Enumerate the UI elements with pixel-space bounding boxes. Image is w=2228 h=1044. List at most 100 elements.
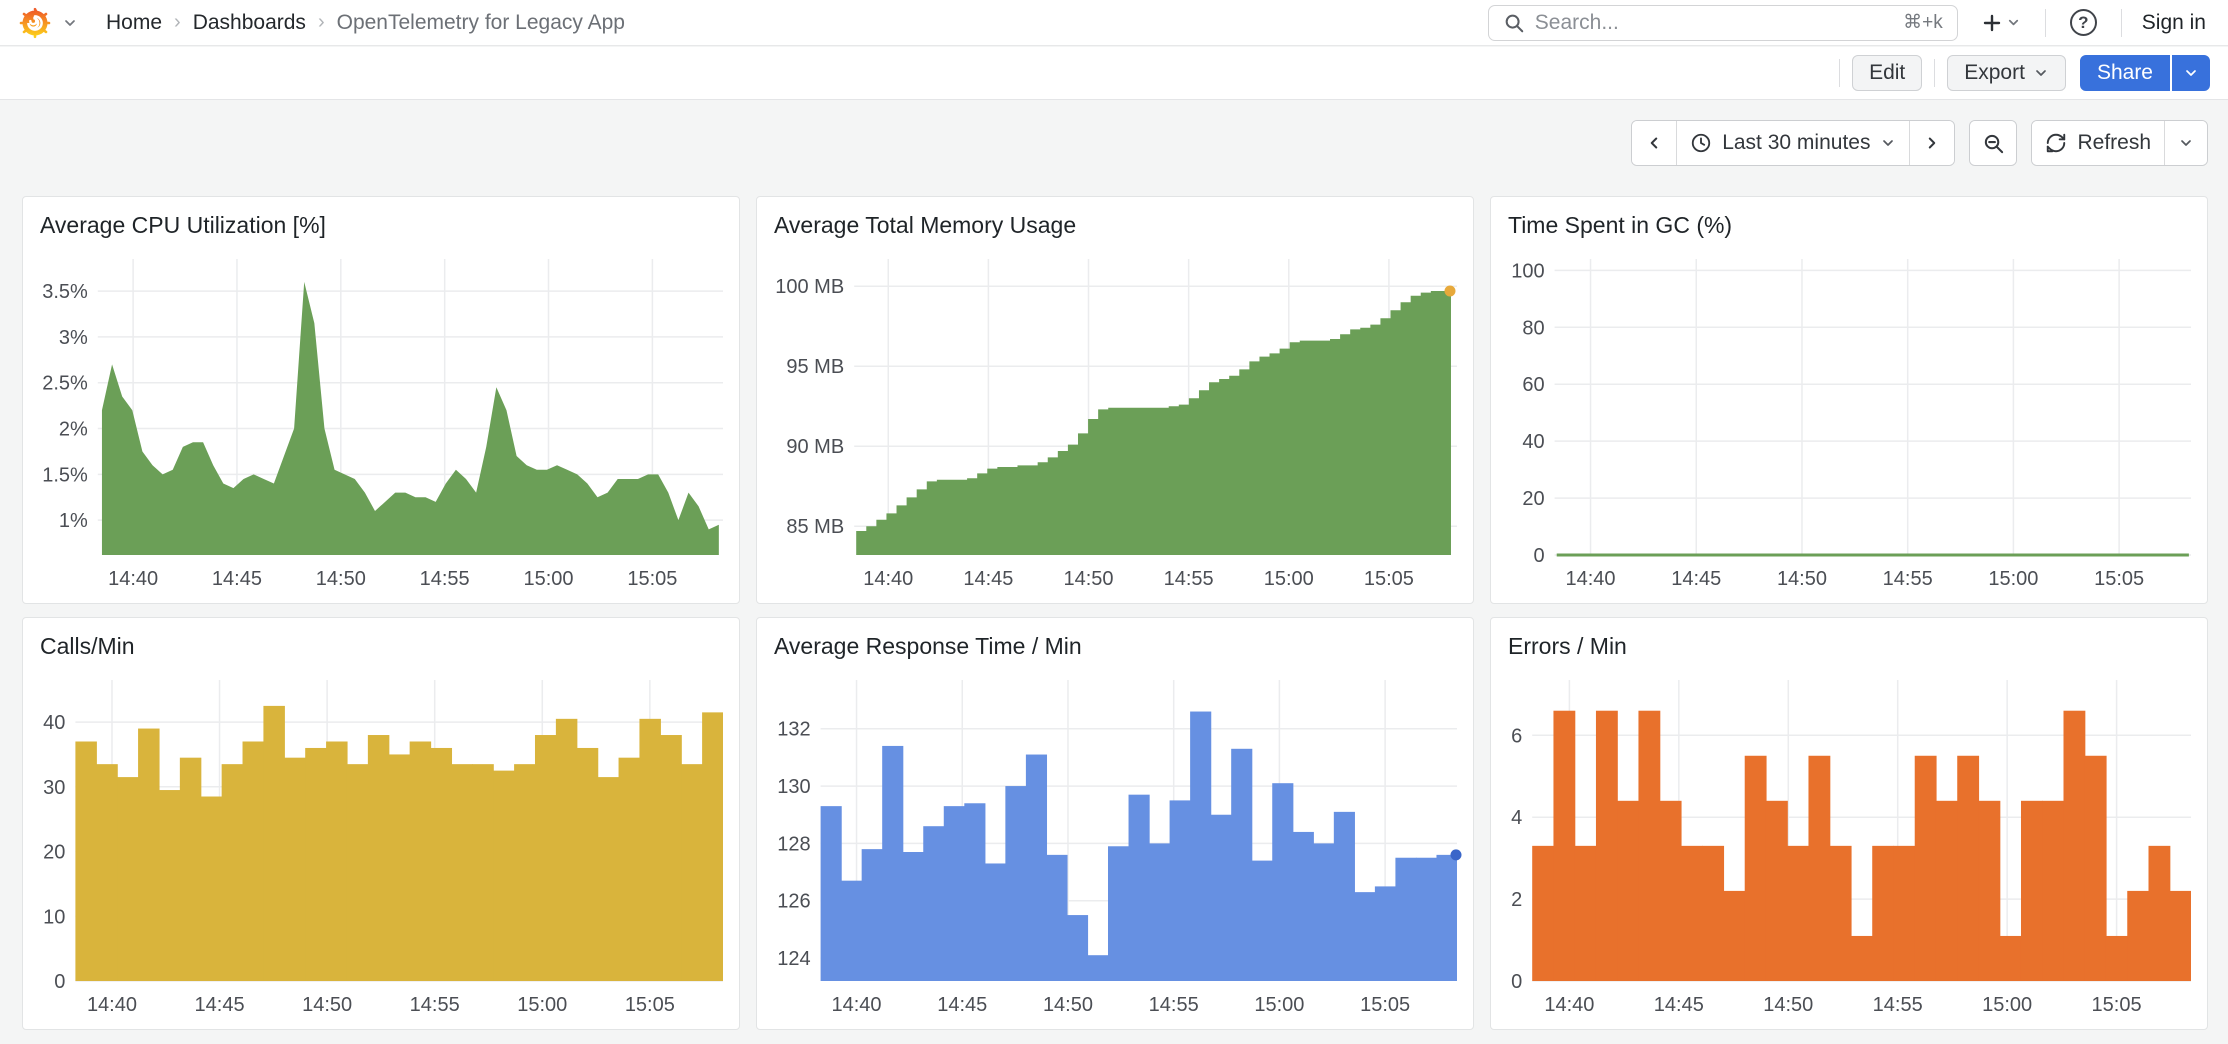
search-input[interactable]: Search... ⌘+k (1488, 5, 1958, 41)
dashboard-toolbar: Edit Export Share (0, 47, 2228, 100)
series-bar (660, 735, 681, 981)
panel: Time Spent in GC (%)02040608010014:4014:… (1490, 196, 2208, 604)
series-bar (410, 741, 431, 981)
y-axis-tick-label: 20 (1522, 488, 1544, 510)
search-placeholder: Search... (1535, 11, 1893, 35)
chevron-down-icon (1880, 135, 1896, 151)
latest-point-dot (1451, 849, 1462, 860)
share-button[interactable]: Share (2080, 55, 2170, 91)
chart-viz[interactable]: 12412612813013214:4014:4514:5014:5515:00… (767, 670, 1463, 1021)
y-axis-tick-label: 132 (777, 719, 810, 741)
x-axis-tick-label: 15:05 (627, 568, 677, 590)
panel-title[interactable]: Average CPU Utilization [%] (23, 197, 326, 239)
chart-viz[interactable]: 85 MB90 MB95 MB100 MB14:4014:4514:5014:5… (767, 249, 1463, 595)
export-button-label: Export (1964, 61, 2025, 85)
panel-title[interactable]: Average Total Memory Usage (757, 197, 1076, 239)
series-bar (1170, 800, 1191, 981)
series-bar (1313, 843, 1334, 981)
x-axis-tick-label: 14:45 (195, 994, 245, 1016)
x-axis-tick-label: 15:00 (517, 994, 567, 1016)
series-bar (1915, 756, 1937, 981)
breadcrumb-item-home[interactable]: Home (106, 11, 162, 35)
x-axis-tick-label: 14:50 (1777, 568, 1827, 590)
series-bar (1872, 846, 1894, 981)
y-axis-tick-label: 2 (1511, 889, 1522, 911)
series-bar (2148, 846, 2170, 981)
series-bar (2106, 936, 2128, 981)
chart-viz[interactable]: 01020304014:4014:4514:5014:5515:0015:05 (33, 670, 729, 1021)
time-range-picker-button[interactable]: Last 30 minutes (1676, 121, 1909, 165)
help-button[interactable]: ? (2066, 5, 2101, 40)
series-bar (305, 748, 326, 981)
add-button[interactable] (1976, 7, 2025, 39)
y-axis-tick-label: 1.5% (42, 464, 88, 486)
series-bar (1787, 846, 1809, 981)
chart-svg: 1%1.5%2%2.5%3%3.5%14:4014:4514:5014:5515… (33, 249, 729, 595)
series-bar (1660, 801, 1682, 981)
x-axis-tick-label: 14:40 (108, 568, 158, 590)
refresh-button[interactable]: Refresh (2032, 121, 2164, 165)
x-axis-tick-label: 14:55 (1164, 568, 1214, 590)
series-bar (159, 790, 180, 981)
series-bar (472, 764, 493, 981)
series-bar (639, 719, 660, 981)
series-bar (535, 735, 556, 981)
share-menu-button[interactable] (2172, 55, 2210, 91)
panel-title[interactable]: Errors / Min (1491, 618, 1627, 660)
panel: Errors / Min024614:4014:4514:5014:5515:0… (1490, 617, 2208, 1030)
zoom-out-button[interactable] (1970, 121, 2016, 165)
time-range-group: Last 30 minutes (1631, 120, 1955, 166)
series-bar (702, 712, 723, 981)
clock-icon (1690, 132, 1712, 154)
series-bar (1190, 712, 1211, 981)
x-axis-tick-label: 14:50 (1063, 568, 1113, 590)
series-bar (862, 849, 883, 981)
y-axis-tick-label: 126 (777, 891, 810, 913)
panel-title[interactable]: Calls/Min (23, 618, 135, 660)
chart-viz[interactable]: 1%1.5%2%2.5%3%3.5%14:4014:4514:5014:5515… (33, 249, 729, 595)
y-axis-tick-label: 6 (1511, 725, 1522, 747)
series-bar (222, 764, 243, 981)
chart-svg: 12412612813013214:4014:4514:5014:5515:00… (767, 670, 1463, 1021)
export-button[interactable]: Export (1947, 55, 2066, 91)
series-bar (75, 741, 96, 981)
series-bar (903, 852, 924, 981)
series-bar (1936, 801, 1958, 981)
zoom-out-group (1969, 120, 2017, 166)
panel-title[interactable]: Time Spent in GC (%) (1491, 197, 1732, 239)
y-axis-tick-label: 40 (1522, 431, 1544, 453)
chevron-down-icon[interactable] (60, 13, 80, 33)
chart-viz[interactable]: 024614:4014:4514:5014:5515:0015:05 (1501, 670, 2197, 1021)
sign-in-link[interactable]: Sign in (2142, 11, 2206, 35)
time-shift-forward-button[interactable] (1909, 121, 1954, 165)
x-axis-tick-label: 14:45 (963, 568, 1013, 590)
refresh-interval-button[interactable] (2164, 121, 2207, 165)
y-axis-tick-label: 4 (1511, 807, 1522, 829)
edit-button[interactable]: Edit (1852, 55, 1922, 91)
x-axis-tick-label: 14:50 (302, 994, 352, 1016)
chart-svg: 01020304014:4014:4514:5014:5515:0015:05 (33, 670, 729, 1021)
series-bar (577, 748, 598, 981)
x-axis-tick-label: 15:00 (1988, 568, 2038, 590)
y-axis-tick-label: 10 (43, 906, 65, 928)
time-shift-back-button[interactable] (1632, 121, 1676, 165)
series-bar (1108, 846, 1129, 981)
series-bar (1375, 886, 1396, 981)
series-bar (451, 764, 472, 981)
panel-title[interactable]: Average Response Time / Min (757, 618, 1082, 660)
y-axis-tick-label: 20 (43, 842, 65, 864)
divider (2045, 9, 2046, 37)
breadcrumb-item-dashboards[interactable]: Dashboards (193, 11, 306, 35)
series-bar (1354, 892, 1375, 981)
y-axis-tick-label: 130 (777, 776, 810, 798)
chart-viz[interactable]: 02040608010014:4014:4514:5014:5515:0015:… (1501, 249, 2197, 595)
x-axis-tick-label: 14:40 (863, 568, 913, 590)
x-axis-tick-label: 14:50 (1763, 994, 1813, 1016)
grafana-logo[interactable] (18, 6, 52, 40)
x-axis-tick-label: 14:55 (1873, 994, 1923, 1016)
chart-svg: 85 MB90 MB95 MB100 MB14:4014:4514:5014:5… (767, 249, 1463, 595)
series-bar (284, 758, 305, 981)
series-bar (821, 806, 842, 981)
chevron-down-icon (2006, 15, 2021, 30)
refresh-icon (2045, 132, 2067, 154)
